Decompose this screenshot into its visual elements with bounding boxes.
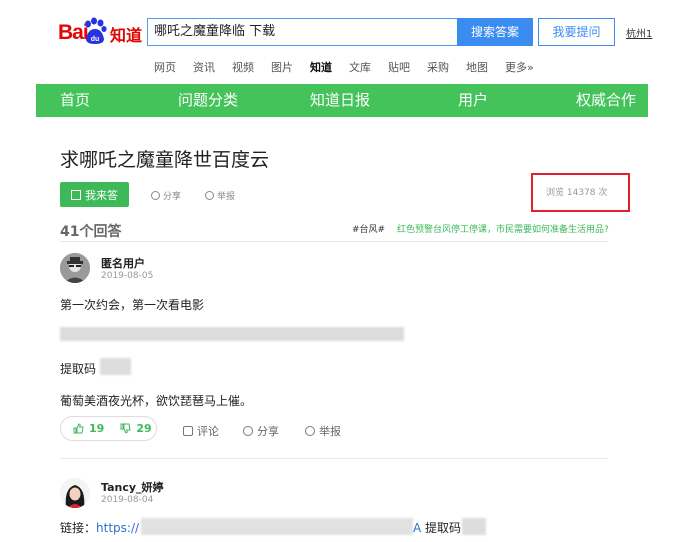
redacted-code <box>462 518 486 535</box>
search-input[interactable]: 哪吒之魔童降临 下载 <box>147 18 458 46</box>
baidu-paw-icon: du <box>85 17 107 44</box>
report-icon <box>205 191 214 200</box>
logo-zhidao-text: 知道 <box>110 26 143 45</box>
redacted-url <box>141 518 413 535</box>
answer2-code-label: 提取码 <box>425 521 462 535</box>
anonymous-avatar[interactable] <box>60 253 90 283</box>
greenbar-partners[interactable]: 权威合作 <box>576 84 636 117</box>
answer2-username[interactable]: Tancy_妍婷 <box>101 479 164 495</box>
tancy-avatar[interactable] <box>60 478 90 508</box>
share-label: 分享 <box>257 425 279 438</box>
comment-label: 评论 <box>197 425 219 438</box>
greenbar-home[interactable]: 首页 <box>60 84 90 117</box>
comment-icon <box>183 426 193 436</box>
answer1-line2: 提取码 <box>60 362 97 376</box>
question-share-link[interactable]: 分享 <box>151 189 181 202</box>
report-label: 举报 <box>319 425 341 438</box>
answer2-link-suffix[interactable]: A <box>413 521 421 535</box>
share-icon <box>151 191 160 200</box>
answer-button-label: 我来答 <box>85 188 118 202</box>
city-link[interactable]: 杭州1 <box>626 25 652 40</box>
answer2-date: 2019-08-04 <box>101 495 154 505</box>
report-icon <box>305 426 315 436</box>
view-count: 浏览 14378 次 <box>546 188 608 198</box>
nav-item-caigou[interactable]: 采购 <box>427 60 449 80</box>
question-share-label: 分享 <box>163 192 182 202</box>
question-report-link[interactable]: 举报 <box>205 189 235 202</box>
hot-topic-tag[interactable]: #台风# <box>352 222 385 235</box>
greenbar-users[interactable]: 用户 <box>458 84 488 117</box>
baidu-zhidao-logo[interactable]: Bai du 知道 <box>58 17 142 47</box>
vote-group: 19 29 <box>60 416 157 441</box>
like-count: 19 <box>89 422 105 435</box>
edit-icon <box>71 189 81 200</box>
answer2-code-line: A 提取码 <box>413 519 461 536</box>
nav-item-map[interactable]: 地图 <box>466 60 488 80</box>
user-photo-icon <box>60 478 90 508</box>
divider <box>60 458 608 459</box>
nav-item-tieba[interactable]: 贴吧 <box>388 60 410 80</box>
ask-question-button[interactable]: 我要提问 <box>538 18 615 46</box>
answer1-line1: 第一次约会，第一次看电影 <box>60 298 205 312</box>
answer-count: 41个回答 <box>60 224 122 240</box>
redacted-code <box>100 358 131 375</box>
share-icon <box>243 426 253 436</box>
thumbs-down-icon <box>120 423 131 434</box>
nav-item-more[interactable]: 更多» <box>505 60 534 80</box>
logo-du-text: du <box>91 36 100 43</box>
question-title: 求哪吒之魔童降世百度云 <box>60 149 270 171</box>
answer1-comment[interactable]: 评论 <box>183 423 219 439</box>
nav-item-zhidao[interactable]: 知道 <box>308 60 334 86</box>
dislike-count: 29 <box>136 422 152 435</box>
answer1-share[interactable]: 分享 <box>243 423 279 439</box>
anonymous-user-icon <box>60 253 90 283</box>
answer2-link-line: 链接：https:// <box>60 519 139 536</box>
answer2-link-label: 链接： <box>60 521 97 535</box>
answer2-link-prefix[interactable]: https:// <box>96 521 139 535</box>
nav-item-news[interactable]: 资讯 <box>193 60 215 80</box>
category-bar: 首页 问题分类 知道日报 用户 权威合作 <box>36 84 648 117</box>
redacted-link <box>60 327 404 341</box>
answer1-date: 2019-08-05 <box>101 271 154 281</box>
answer1-line3: 葡萄美酒夜光杯，欲饮琵琶马上催。 <box>60 394 253 408</box>
nav-item-image[interactable]: 图片 <box>271 60 293 80</box>
top-nav: 网页 资讯 视频 图片 知道 文库 贴吧 采购 地图 更多» <box>154 60 551 86</box>
nav-item-video[interactable]: 视频 <box>232 60 254 80</box>
answer1-report[interactable]: 举报 <box>305 423 341 439</box>
thumbs-up-icon <box>73 423 84 434</box>
question-report-label: 举报 <box>217 192 236 202</box>
divider <box>60 241 608 242</box>
search-answers-button[interactable]: 搜索答案 <box>457 18 533 46</box>
nav-item-wenku[interactable]: 文库 <box>349 60 371 80</box>
answer-button[interactable]: 我来答 <box>60 182 129 207</box>
answer1-username[interactable]: 匿名用户 <box>101 255 145 271</box>
like-button[interactable]: 19 <box>73 422 104 435</box>
greenbar-categories[interactable]: 问题分类 <box>178 84 238 117</box>
hot-topic-link[interactable]: 红色预警台风停工停课，市民需要如何准备生活用品? <box>397 222 609 235</box>
greenbar-daily[interactable]: 知道日报 <box>310 84 370 117</box>
nav-item-web[interactable]: 网页 <box>154 60 176 80</box>
dislike-button[interactable]: 29 <box>120 422 152 435</box>
